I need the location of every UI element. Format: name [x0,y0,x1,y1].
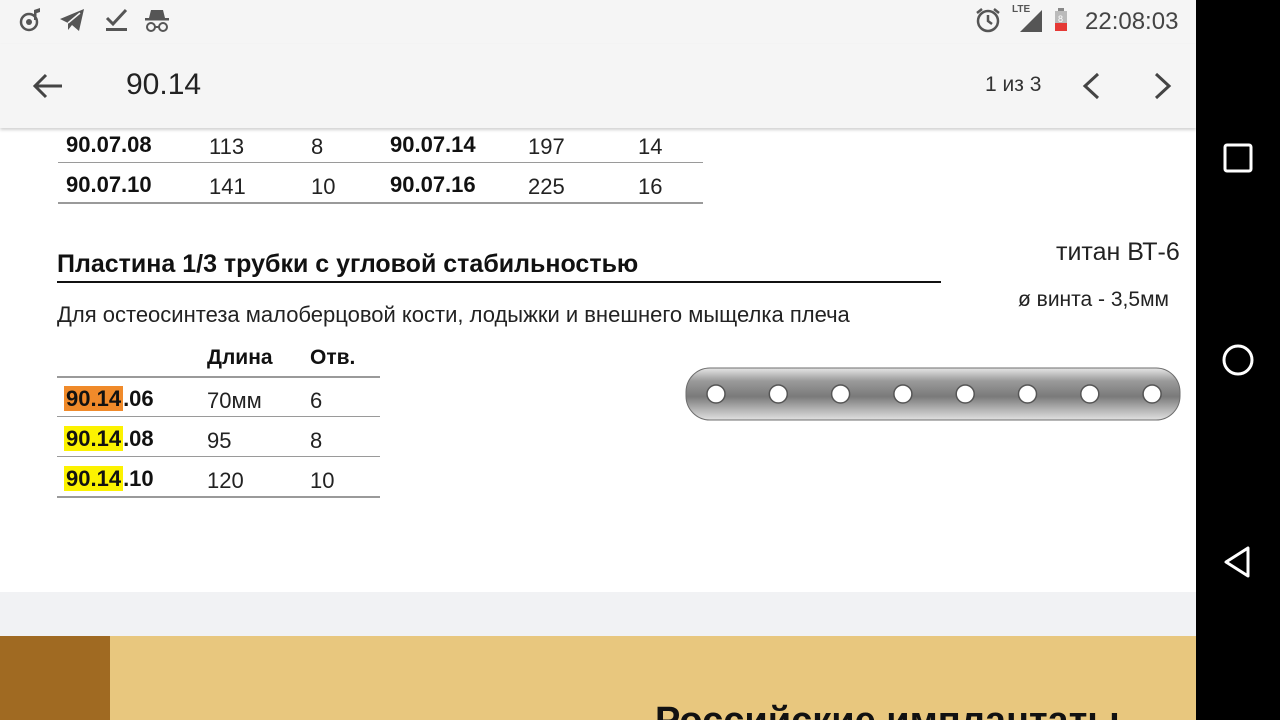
plate-hole [1080,384,1100,404]
home-button[interactable] [1214,336,1262,384]
product-code: 90.14.10 [64,466,154,492]
home-circle-icon [1222,344,1254,376]
alarm-icon [974,6,1002,34]
battery-level: 8 [1058,14,1064,24]
back-button[interactable] [28,66,68,106]
search-highlight: 90.14 [64,386,124,411]
plate-hole [1142,384,1162,404]
document-page[interactable]: 90.07.08 113 8 90.07.14 197 14 90.07.10 … [0,126,1196,592]
product-code: 90.14.08 [64,426,154,452]
table-divider [57,416,380,417]
table-cell-holes: 14 [638,134,663,159]
table-divider [58,202,703,204]
prev-page-button[interactable] [1072,66,1112,106]
next-page-preview[interactable]: Российские имплантаты [0,636,1196,720]
product-code: 90.14.06 [64,386,154,412]
screw-diameter-label: ø винта - 3,5мм [1018,288,1169,311]
plate-hole [955,384,975,404]
table-divider [57,456,380,457]
material-label: титан ВТ-6 [1056,238,1180,266]
status-time: 22:08:03 [1085,8,1179,35]
table-cell-code: 90.07.08 [66,132,152,157]
recents-button[interactable] [1214,134,1262,182]
product-code-suffix: .06 [123,386,154,411]
product-code-suffix: .10 [123,466,154,491]
plate-hole [893,384,913,404]
section-heading: Пластина 1/3 трубки с угловой стабильнос… [57,250,639,278]
music-note-icon [16,6,44,34]
plate-hole [830,384,851,404]
table-cell-holes: 8 [311,134,324,159]
plate-hole [1017,384,1038,404]
recents-square-icon [1223,143,1253,173]
system-back-button[interactable] [1214,538,1262,586]
table-cell-code: 90.07.16 [390,172,476,197]
page-indicator: 1 из 3 [985,73,1042,96]
table-cell-length: 95 [207,428,232,453]
table-cell-length: 141 [209,174,246,199]
column-header-length: Длина [207,346,273,369]
preview-color-band [0,636,110,720]
table-cell-holes: 10 [311,174,336,199]
table-cell-length: 120 [207,468,244,493]
table-divider [58,162,703,163]
search-highlight: 90.14 [64,426,124,451]
table-divider [57,496,380,498]
table-cell-length: 225 [528,174,565,199]
status-bar: LTE 8 22:08:03 [0,0,1196,44]
table-cell-code: 90.07.10 [66,172,152,197]
search-highlight: 90.14 [64,466,124,491]
product-code-suffix: .08 [123,426,154,451]
system-nav-bar [1196,0,1280,720]
table-cell-code: 90.07.14 [390,132,476,157]
app-bar: 90.14 1 из 3 [0,44,1196,128]
section-underline [57,281,941,283]
chevron-left-icon [1082,72,1100,100]
column-header-holes: Отв. [310,346,356,369]
bone-plate-image [685,367,1181,421]
network-type-label: LTE [1012,4,1031,15]
next-page-button[interactable] [1142,66,1182,106]
arrow-left-icon [32,73,62,99]
table-cell-holes: 16 [638,174,663,199]
plate-hole [768,384,789,404]
table-cell-holes: 8 [310,428,323,453]
table-cell-holes: 10 [310,468,335,493]
plate-hole [706,384,726,404]
table-cell-length: 197 [528,134,565,159]
table-cell-length: 70мм [207,388,262,413]
table-cell-length: 113 [209,134,245,159]
chevron-right-icon [1154,72,1172,100]
table-cell-holes: 6 [310,388,323,413]
next-page-heading: Российские имплантаты [655,700,1120,720]
table-divider [57,376,380,378]
incognito-icon [143,6,171,34]
section-description: Для остеосинтеза малоберцовой кости, лод… [57,302,850,327]
back-triangle-icon [1224,546,1250,578]
telegram-icon [58,6,86,34]
download-done-icon [102,6,130,34]
app-title: 90.14 [126,68,202,101]
